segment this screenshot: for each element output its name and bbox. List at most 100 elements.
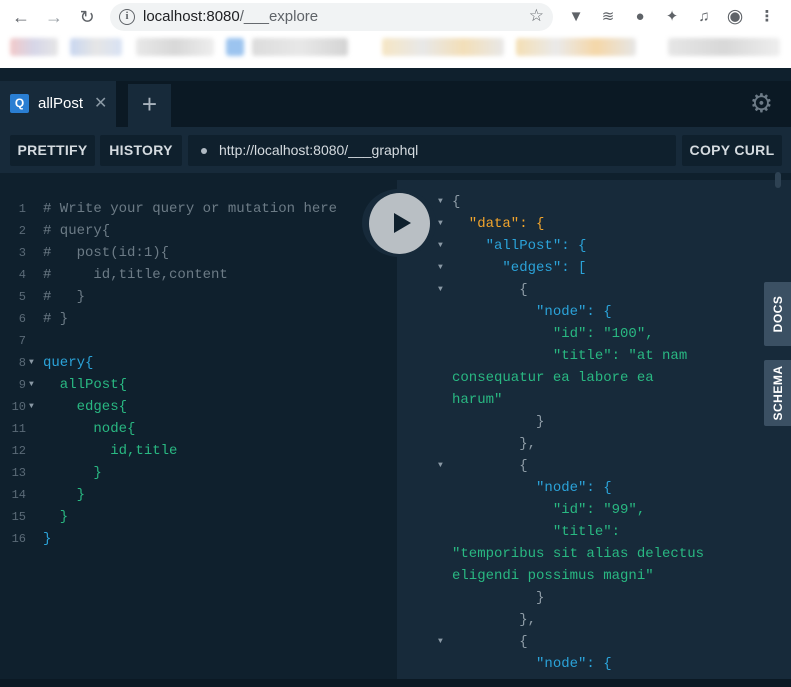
- line-number: 3: [18, 246, 26, 260]
- json-line: }: [452, 590, 545, 606]
- toolbar: PRETTIFY HISTORY http://localhost:8080/_…: [0, 127, 791, 173]
- query-badge-icon: Q: [10, 94, 29, 113]
- gear-icon[interactable]: ⚙: [750, 88, 773, 119]
- tab-allpost[interactable]: Q allPost ✕: [0, 81, 116, 127]
- back-arrow-icon[interactable]: ←: [10, 6, 32, 28]
- json-line: "id": "99",: [452, 502, 646, 518]
- code-line: node{: [43, 421, 136, 437]
- code-line: id,title: [43, 443, 178, 459]
- json-line: "node": {: [452, 480, 612, 496]
- fold-arrow-icon[interactable]: ▼: [438, 213, 443, 235]
- fold-arrow-icon[interactable]: ▼: [438, 257, 443, 279]
- json-line: },: [452, 612, 537, 628]
- status-dot-icon: [201, 148, 207, 154]
- json-line: {: [452, 634, 528, 650]
- window-bottom-edge: [0, 679, 791, 687]
- bookmark-item[interactable]: [10, 38, 58, 56]
- json-line: "edges": [: [452, 260, 587, 276]
- extension-evernote-icon[interactable]: ●: [630, 7, 650, 27]
- json-line: "title": "at nam: [452, 348, 688, 364]
- run-button-circle: [369, 193, 430, 254]
- json-line: {: [452, 458, 528, 474]
- browser-menu-icon[interactable]: ⋮: [757, 7, 777, 27]
- line-number: 1: [18, 202, 26, 216]
- json-line: {: [452, 194, 461, 210]
- code-line: }: [43, 487, 86, 503]
- schema-tab[interactable]: SCHEMA: [764, 360, 791, 426]
- line-number: 11: [11, 422, 26, 436]
- forward-arrow-icon[interactable]: →: [43, 6, 65, 28]
- tab-bar: Q allPost ✕ + ⚙: [0, 81, 791, 127]
- line-number: 10: [11, 400, 26, 414]
- extension-vue-icon[interactable]: ▼: [566, 7, 586, 27]
- bookmark-item[interactable]: [516, 38, 636, 56]
- fold-arrow-icon[interactable]: ▼: [29, 374, 34, 396]
- bookmark-item[interactable]: [136, 38, 214, 56]
- fold-arrow-icon[interactable]: ▼: [438, 631, 443, 653]
- code-line: # id,title,content: [43, 267, 228, 283]
- code-line: edges{: [43, 399, 128, 415]
- browser-toolbar: ← → ↻ i localhost:8080/___explore ☆ ▼ ≋ …: [0, 0, 791, 34]
- history-button[interactable]: HISTORY: [100, 135, 182, 166]
- run-query-button[interactable]: [362, 189, 437, 257]
- media-control-icon[interactable]: ♫: [694, 7, 714, 27]
- bookmark-star-icon[interactable]: ☆: [529, 6, 544, 26]
- code-line: # }: [43, 289, 86, 305]
- address-url: localhost:8080/___explore: [143, 8, 318, 25]
- json-line: consequatur ea labore ea: [452, 370, 654, 386]
- play-icon: [394, 213, 411, 233]
- fold-arrow-icon[interactable]: ▼: [438, 191, 443, 213]
- line-number: 9: [18, 378, 26, 392]
- info-icon[interactable]: i: [119, 9, 135, 25]
- endpoint-input[interactable]: http://localhost:8080/___graphql: [188, 135, 676, 166]
- json-line: "id": "100",: [452, 326, 654, 342]
- line-number: 2: [18, 224, 26, 238]
- fold-arrow-icon[interactable]: ▼: [29, 396, 34, 418]
- copy-curl-button[interactable]: COPY CURL: [682, 135, 782, 166]
- address-bar[interactable]: i localhost:8080/___explore ☆: [110, 3, 553, 31]
- json-line: {: [452, 282, 528, 298]
- reload-icon[interactable]: ↻: [76, 6, 98, 28]
- extensions-puzzle-icon[interactable]: ✦: [662, 7, 682, 27]
- fold-arrow-icon[interactable]: ▼: [438, 279, 443, 301]
- json-line: "data": {: [452, 216, 545, 232]
- bookmark-item[interactable]: [226, 38, 244, 56]
- bookmark-item[interactable]: [382, 38, 504, 56]
- line-number: 13: [11, 466, 26, 480]
- json-line: }: [452, 414, 545, 430]
- code-line: # }: [43, 311, 69, 327]
- line-number: 8: [18, 356, 26, 370]
- code-line: allPost{: [43, 377, 128, 393]
- result-scrollbar[interactable]: [775, 172, 781, 188]
- json-line: "title":: [452, 524, 621, 540]
- schema-tab-label: SCHEMA: [770, 365, 785, 421]
- json-line: harum": [452, 392, 503, 408]
- add-tab-button[interactable]: +: [128, 84, 171, 127]
- line-number: 14: [11, 488, 26, 502]
- prettify-button[interactable]: PRETTIFY: [10, 135, 95, 166]
- code-line: query{: [43, 355, 94, 371]
- close-icon[interactable]: ✕: [94, 93, 107, 113]
- bookmark-item[interactable]: [668, 38, 780, 56]
- code-line: }: [43, 531, 52, 547]
- bookmark-item[interactable]: [70, 38, 122, 56]
- bookmarks-bar: [0, 34, 791, 64]
- fold-arrow-icon[interactable]: ▼: [438, 235, 443, 257]
- fold-arrow-icon[interactable]: ▼: [438, 455, 443, 477]
- line-number: 16: [11, 532, 26, 546]
- line-number: 5: [18, 290, 26, 304]
- docs-tab-label: DOCS: [770, 295, 785, 333]
- code-line: # post(id:1){: [43, 245, 170, 261]
- bookmark-item[interactable]: [252, 38, 348, 56]
- result-viewer[interactable]: ▼ ▼ ▼ ▼ ▼ ▼ ▼ { "data": { "allPost": { "…: [397, 180, 791, 687]
- extension-translate-icon[interactable]: ≋: [598, 7, 618, 27]
- query-editor[interactable]: 1 2 3 4 5 6 7 8 9 10 11 12 13 14 15 16 ▼…: [0, 180, 397, 687]
- fold-arrow-icon[interactable]: ▼: [29, 352, 34, 374]
- profile-avatar-icon[interactable]: ◉: [725, 7, 745, 27]
- docs-tab[interactable]: DOCS: [764, 282, 791, 346]
- json-line: eligendi possimus magni": [452, 568, 654, 584]
- json-line: },: [452, 436, 537, 452]
- plus-icon: +: [141, 89, 158, 119]
- line-number: 7: [18, 334, 26, 348]
- line-number: 15: [11, 510, 26, 524]
